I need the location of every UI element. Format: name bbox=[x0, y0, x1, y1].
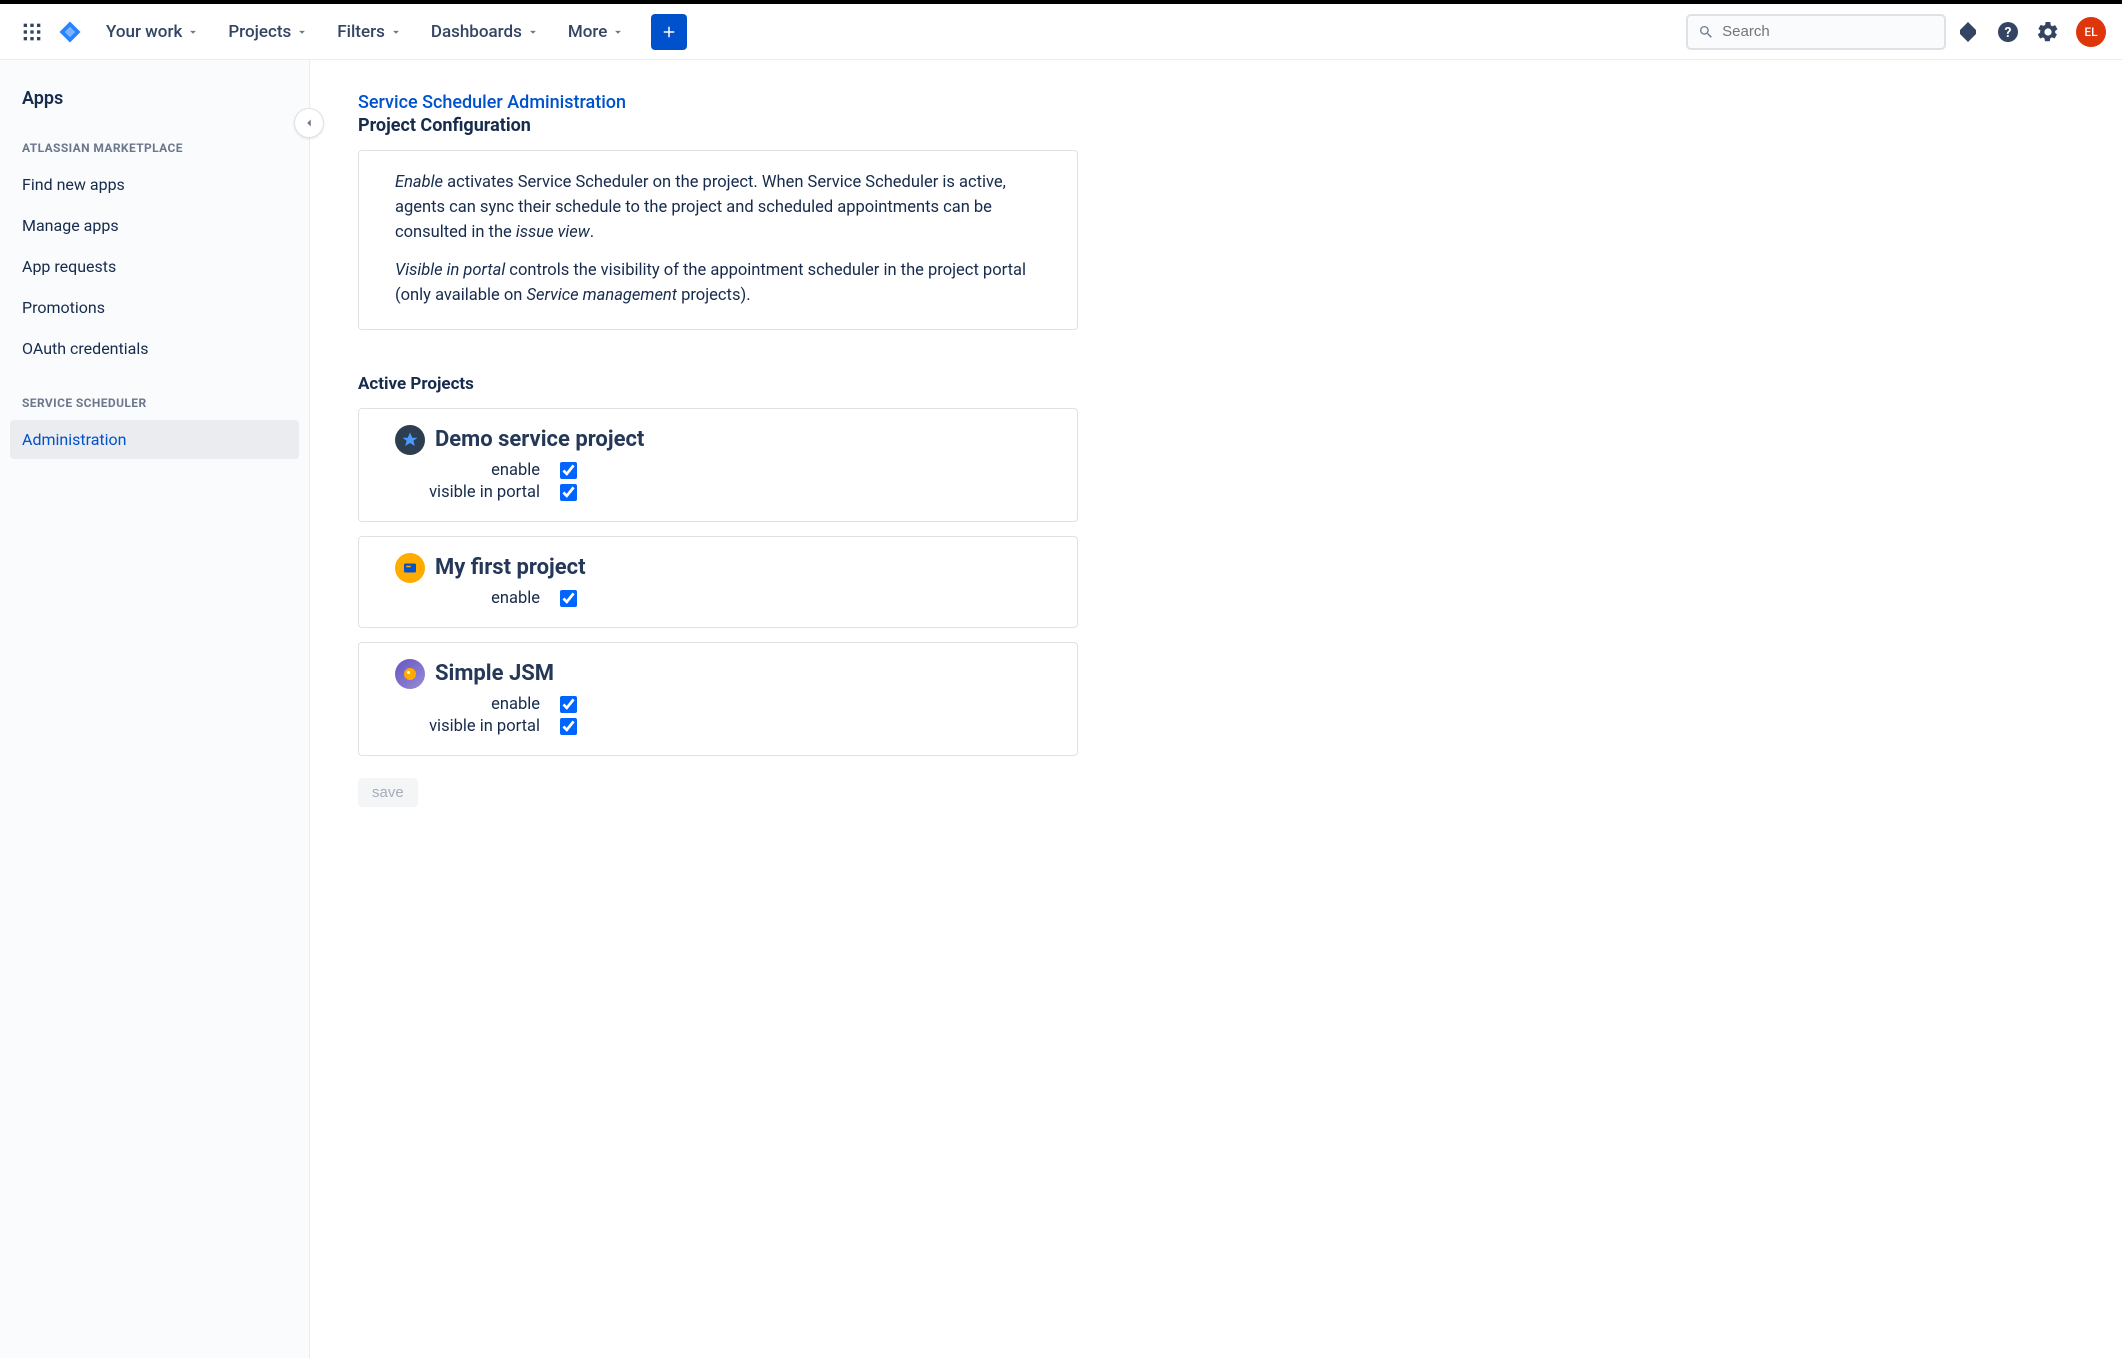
user-avatar[interactable]: EL bbox=[2076, 17, 2106, 47]
enable-checkbox[interactable] bbox=[560, 696, 577, 713]
sidebar-item-promotions[interactable]: Promotions bbox=[10, 288, 299, 327]
sidebar-section-header: ATLASSIAN MARKETPLACE bbox=[10, 129, 299, 163]
create-button[interactable] bbox=[651, 14, 687, 50]
visible-in-portal-checkbox[interactable] bbox=[560, 718, 577, 735]
jira-logo-icon[interactable] bbox=[56, 18, 84, 46]
enable-checkbox[interactable] bbox=[560, 590, 577, 607]
nav-your-work[interactable]: Your work bbox=[96, 16, 210, 48]
project-name: Demo service project bbox=[435, 427, 644, 452]
nav-filters[interactable]: Filters bbox=[327, 16, 413, 48]
field-label-visible-in-portal: visible in portal bbox=[395, 483, 540, 502]
collapse-sidebar-button[interactable] bbox=[294, 108, 324, 138]
project-avatar-icon bbox=[395, 553, 425, 583]
settings-icon[interactable] bbox=[2030, 14, 2066, 50]
project-name: My first project bbox=[435, 555, 586, 580]
search-input[interactable] bbox=[1722, 23, 1934, 40]
search-icon bbox=[1698, 23, 1714, 41]
chevron-down-icon bbox=[295, 25, 309, 39]
project-card: Simple JSM enable visible in portal bbox=[358, 642, 1078, 756]
nav-label: More bbox=[568, 22, 607, 42]
sidebar-item-manage-apps[interactable]: Manage apps bbox=[10, 206, 299, 245]
project-avatar-icon bbox=[395, 425, 425, 455]
breadcrumb-link[interactable]: Service Scheduler Administration bbox=[358, 92, 2074, 113]
search-input-container[interactable] bbox=[1686, 14, 1946, 50]
main-content: Service Scheduler Administration Project… bbox=[310, 60, 2122, 1358]
chevron-down-icon bbox=[186, 25, 200, 39]
nav-label: Dashboards bbox=[431, 22, 522, 42]
sidebar-item-administration[interactable]: Administration bbox=[10, 420, 299, 459]
project-name: Simple JSM bbox=[435, 661, 554, 686]
nav-projects[interactable]: Projects bbox=[218, 16, 319, 48]
info-em: Service management bbox=[527, 286, 677, 305]
sidebar-item-find-new-apps[interactable]: Find new apps bbox=[10, 165, 299, 204]
sidebar-item-oauth-credentials[interactable]: OAuth credentials bbox=[10, 329, 299, 368]
sidebar-item-app-requests[interactable]: App requests bbox=[10, 247, 299, 286]
app-switcher-icon[interactable] bbox=[16, 16, 48, 48]
info-em: Enable bbox=[395, 173, 443, 192]
sidebar: Apps ATLASSIAN MARKETPLACE Find new apps… bbox=[0, 60, 310, 1358]
section-title-active-projects: Active Projects bbox=[358, 374, 2074, 394]
chevron-left-icon bbox=[302, 116, 316, 130]
sidebar-title: Apps bbox=[10, 84, 299, 129]
info-text: projects). bbox=[677, 286, 751, 305]
chevron-down-icon bbox=[611, 25, 625, 39]
plus-icon bbox=[660, 23, 678, 41]
project-card: My first project enable bbox=[358, 536, 1078, 628]
top-navigation: Your work Projects Filters Dashboards Mo… bbox=[0, 4, 2122, 60]
field-label-enable: enable bbox=[395, 461, 540, 480]
project-card: Demo service project enable visible in p… bbox=[358, 408, 1078, 522]
page-title: Project Configuration bbox=[358, 115, 2074, 136]
nav-dashboards[interactable]: Dashboards bbox=[421, 16, 550, 48]
visible-in-portal-checkbox[interactable] bbox=[560, 484, 577, 501]
chevron-down-icon bbox=[526, 25, 540, 39]
help-icon[interactable]: ? bbox=[1990, 14, 2026, 50]
info-em: issue view bbox=[516, 223, 590, 242]
enable-checkbox[interactable] bbox=[560, 462, 577, 479]
info-text: . bbox=[590, 223, 594, 242]
chevron-down-icon bbox=[389, 25, 403, 39]
field-label-enable: enable bbox=[395, 695, 540, 714]
svg-text:?: ? bbox=[2005, 25, 2012, 41]
notifications-icon[interactable] bbox=[1950, 14, 1986, 50]
nav-label: Projects bbox=[228, 22, 291, 42]
info-em: Visible in portal bbox=[395, 261, 505, 280]
sidebar-section-header: SERVICE SCHEDULER bbox=[10, 384, 299, 418]
nav-more[interactable]: More bbox=[558, 16, 635, 48]
nav-label: Filters bbox=[337, 22, 385, 42]
field-label-visible-in-portal: visible in portal bbox=[395, 717, 540, 736]
project-avatar-icon bbox=[395, 659, 425, 689]
info-panel: Enable activates Service Scheduler on th… bbox=[358, 150, 1078, 330]
nav-label: Your work bbox=[106, 22, 182, 42]
save-button[interactable]: save bbox=[358, 778, 418, 807]
info-text: activates Service Scheduler on the proje… bbox=[395, 173, 1006, 242]
field-label-enable: enable bbox=[395, 589, 540, 608]
